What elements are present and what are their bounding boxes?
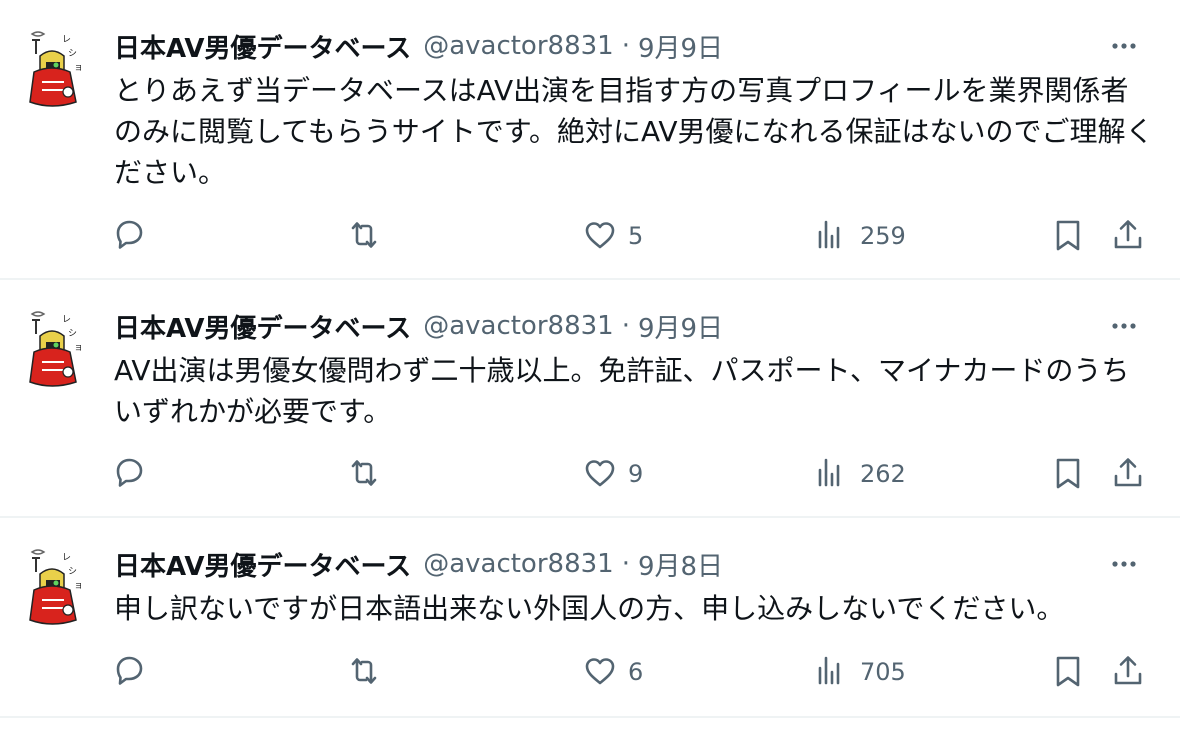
more-icon [1112, 43, 1136, 49]
reply-icon [116, 656, 143, 685]
share-icon [1114, 656, 1142, 685]
author-name[interactable]: 日本AV男優データベース [114, 28, 411, 65]
view-count: 259 [860, 222, 906, 250]
share-button[interactable] [1108, 216, 1148, 256]
bookmark-button[interactable] [1048, 454, 1088, 494]
retweet-button[interactable] [344, 216, 384, 256]
tweet[interactable]: 日本AV男優データベース @avactor8831 · 9月8日 申し訳ないです… [0, 544, 1180, 714]
author-handle[interactable]: @avactor8831 [423, 311, 614, 341]
like-button[interactable]: 9 [580, 454, 643, 494]
views-icon [818, 656, 840, 685]
tweet[interactable]: 日本AV男優データベース @avactor8831 · 9月9日 とりあえず当デ… [0, 26, 1180, 276]
like-button[interactable]: 6 [580, 652, 643, 692]
tweet-text: AV出演は男優女優問わず二十歳以上。免許証、パスポート、マイナカードのうちいずれ… [114, 354, 1130, 428]
divider [0, 716, 1180, 718]
reply-icon [116, 220, 143, 249]
heart-icon [585, 222, 615, 249]
bookmark-icon [1056, 220, 1080, 251]
separator-dot: · [621, 311, 630, 341]
reply-button[interactable] [110, 454, 150, 494]
share-button[interactable] [1108, 454, 1148, 494]
like-button[interactable]: 5 [580, 216, 643, 256]
retweet-icon [351, 658, 377, 684]
more-button[interactable] [1104, 550, 1144, 578]
views-icon [818, 220, 840, 249]
share-icon [1114, 458, 1142, 487]
share-icon [1114, 220, 1142, 249]
avatar[interactable] [22, 26, 88, 112]
more-button[interactable] [1104, 32, 1144, 60]
author-name[interactable]: 日本AV男優データベース [114, 308, 411, 345]
bookmark-button[interactable] [1048, 216, 1088, 256]
view-count: 262 [860, 460, 906, 488]
share-button[interactable] [1108, 652, 1148, 692]
more-icon [1112, 323, 1136, 329]
divider [0, 278, 1180, 280]
tweet-header: 日本AV男優データベース @avactor8831 · 9月9日 [114, 26, 723, 66]
reply-icon [116, 458, 143, 487]
tweet-date[interactable]: 9月9日 [638, 308, 723, 345]
like-count: 9 [628, 460, 644, 488]
tweet-date[interactable]: 9月8日 [638, 546, 723, 583]
separator-dot: · [621, 549, 630, 579]
author-handle[interactable]: @avactor8831 [423, 549, 614, 579]
views-button[interactable]: 262 [812, 454, 906, 494]
bookmark-icon [1056, 458, 1080, 489]
divider [0, 516, 1180, 518]
bookmark-icon [1056, 656, 1080, 687]
retweet-icon [351, 222, 377, 248]
views-button[interactable]: 259 [812, 216, 906, 256]
more-button[interactable] [1104, 312, 1144, 340]
separator-dot: · [621, 31, 630, 61]
retweet-button[interactable] [344, 652, 384, 692]
tweet-text: とりあえず当データベースはAV出演を目指す方の写真プロフィールを業界関係者のみに… [114, 74, 1154, 189]
tweet-text: 申し訳ないですが日本語出来ない外国人の方、申し込みしないでください。 [114, 592, 1065, 625]
like-count: 5 [628, 222, 644, 250]
view-count: 705 [860, 658, 906, 686]
bookmark-button[interactable] [1048, 652, 1088, 692]
avatar[interactable] [22, 544, 88, 630]
retweet-button[interactable] [344, 454, 384, 494]
views-button[interactable]: 705 [812, 652, 906, 692]
avatar[interactable] [22, 306, 88, 392]
heart-icon [585, 460, 615, 487]
retweet-icon [351, 460, 377, 486]
views-icon [818, 458, 840, 487]
tweet-header: 日本AV男優データベース @avactor8831 · 9月9日 [114, 306, 723, 346]
like-count: 6 [628, 658, 644, 686]
author-handle[interactable]: @avactor8831 [423, 31, 614, 61]
heart-icon [585, 658, 615, 685]
reply-button[interactable] [110, 216, 150, 256]
tweet-date[interactable]: 9月9日 [638, 28, 723, 65]
tweet[interactable]: 日本AV男優データベース @avactor8831 · 9月9日 AV出演は男優… [0, 306, 1180, 512]
more-icon [1112, 561, 1136, 567]
tweet-header: 日本AV男優データベース @avactor8831 · 9月8日 [114, 544, 723, 584]
reply-button[interactable] [110, 652, 150, 692]
author-name[interactable]: 日本AV男優データベース [114, 546, 411, 583]
